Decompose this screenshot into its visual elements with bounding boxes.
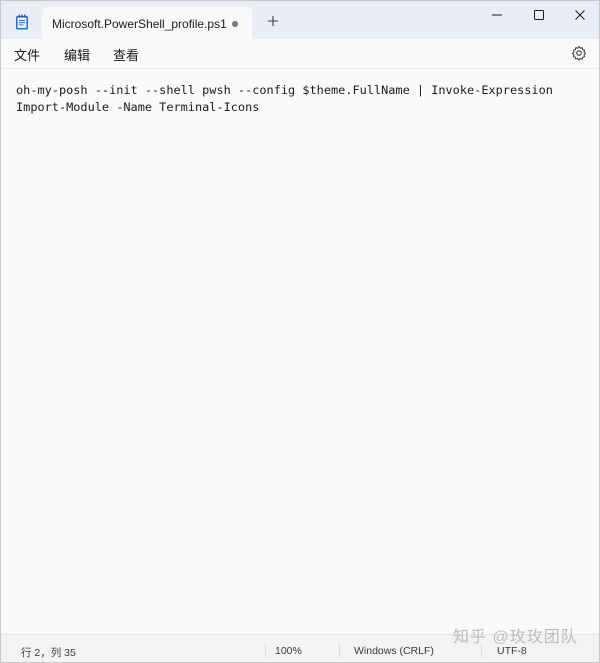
gear-icon[interactable]: [571, 45, 587, 61]
menu-view[interactable]: 查看: [113, 45, 139, 64]
status-divider: [265, 643, 266, 657]
maximize-button[interactable]: [519, 1, 559, 29]
menu-bar: 文件 编辑 查看: [1, 39, 599, 69]
text-editor[interactable]: oh-my-posh --init --shell pwsh --config …: [1, 69, 599, 634]
notepad-icon: [15, 14, 29, 30]
plus-icon[interactable]: [265, 13, 281, 29]
menu-file[interactable]: 文件: [14, 45, 40, 64]
minimize-button[interactable]: [477, 1, 517, 29]
unsaved-dot-icon[interactable]: [232, 21, 238, 27]
notepad-window: Microsoft.PowerShell_profile.ps1 文件 编辑 查…: [0, 0, 600, 663]
close-icon: [575, 10, 585, 20]
editor-line-1: oh-my-posh --init --shell pwsh --config …: [16, 83, 553, 97]
title-bar[interactable]: Microsoft.PowerShell_profile.ps1: [1, 1, 599, 39]
line-ending[interactable]: Windows (CRLF): [354, 645, 434, 657]
menu-edit[interactable]: 编辑: [64, 45, 90, 64]
tab-title: Microsoft.PowerShell_profile.ps1: [52, 17, 227, 31]
zoom-level[interactable]: 100%: [275, 645, 302, 657]
cursor-position[interactable]: 行 2，列 35: [21, 645, 76, 660]
close-button[interactable]: [560, 1, 599, 29]
editor-line-2: Import-Module -Name Terminal-Icons: [16, 100, 260, 114]
tab-active-file[interactable]: Microsoft.PowerShell_profile.ps1: [42, 7, 252, 39]
minimize-icon: [492, 14, 502, 16]
watermark: 知乎 @玫玫团队: [453, 629, 578, 646]
maximize-icon: [534, 10, 544, 20]
status-divider: [339, 643, 340, 657]
